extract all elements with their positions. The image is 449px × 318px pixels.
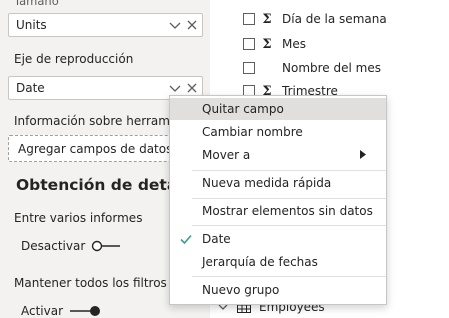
keep-filters-toggle-row: Activar — [21, 304, 101, 318]
menu-item-new-quick-measure[interactable]: Nueva medida rápida — [170, 172, 386, 194]
playback-axis-label: Eje de reproducción — [14, 52, 134, 66]
checkmark-icon — [180, 234, 192, 245]
field-name: Día de la semana — [282, 12, 387, 26]
chevron-down-icon[interactable] — [168, 18, 182, 32]
date-well-text: Date — [16, 81, 45, 95]
context-menu: Quitar campo Cambiar nombre Mover a Nuev… — [169, 95, 387, 305]
field-checkbox[interactable] — [243, 38, 255, 50]
cross-report-state: Desactivar — [21, 239, 86, 253]
menu-item-rename[interactable]: Cambiar nombre — [170, 121, 386, 143]
menu-item-date-hierarchy[interactable]: Jerarquía de fechas — [170, 251, 386, 273]
menu-item-move-to[interactable]: Mover a — [170, 144, 386, 166]
field-checkbox[interactable] — [243, 13, 255, 25]
menu-item-move-to-label: Mover a — [202, 148, 251, 162]
menu-item-show-items-no-data[interactable]: Mostrar elementos sin datos — [170, 200, 386, 222]
cross-report-toggle-row: Desactivar — [21, 239, 121, 253]
keep-filters-state: Activar — [21, 304, 64, 318]
close-icon[interactable] — [185, 18, 199, 32]
sigma-icon: Σ — [262, 11, 272, 27]
field-item[interactable]: Nombre del mes — [243, 59, 381, 77]
field-name: Nombre del mes — [282, 61, 381, 75]
size-label: Tamaño — [14, 0, 59, 8]
menu-separator — [192, 225, 386, 226]
menu-separator — [192, 198, 386, 199]
menu-item-remove-field[interactable]: Quitar campo — [170, 98, 386, 120]
chevron-down-icon[interactable] — [168, 81, 182, 95]
menu-item-new-group[interactable]: Nuevo grupo — [170, 279, 386, 301]
field-name: Mes — [282, 37, 306, 51]
close-icon[interactable] — [185, 81, 199, 95]
field-item[interactable]: Σ Día de la semana — [243, 10, 387, 28]
toggle-on-icon[interactable] — [69, 305, 101, 317]
menu-separator — [192, 276, 386, 277]
sigma-icon: Σ — [262, 36, 272, 52]
menu-item-date[interactable]: Date — [170, 228, 386, 250]
toggle-off-icon[interactable] — [91, 240, 121, 252]
units-well-text: Units — [16, 18, 47, 32]
units-field-well[interactable]: Units — [8, 13, 203, 37]
menu-item-date-label: Date — [202, 232, 231, 246]
keep-filters-label: Mantener todos los filtros — [14, 276, 167, 290]
submenu-arrow-icon — [360, 150, 366, 159]
menu-separator — [192, 170, 386, 171]
field-item[interactable]: Σ Mes — [243, 35, 306, 53]
cross-report-label: Entre varios informes — [14, 211, 143, 225]
field-checkbox[interactable] — [243, 62, 255, 74]
